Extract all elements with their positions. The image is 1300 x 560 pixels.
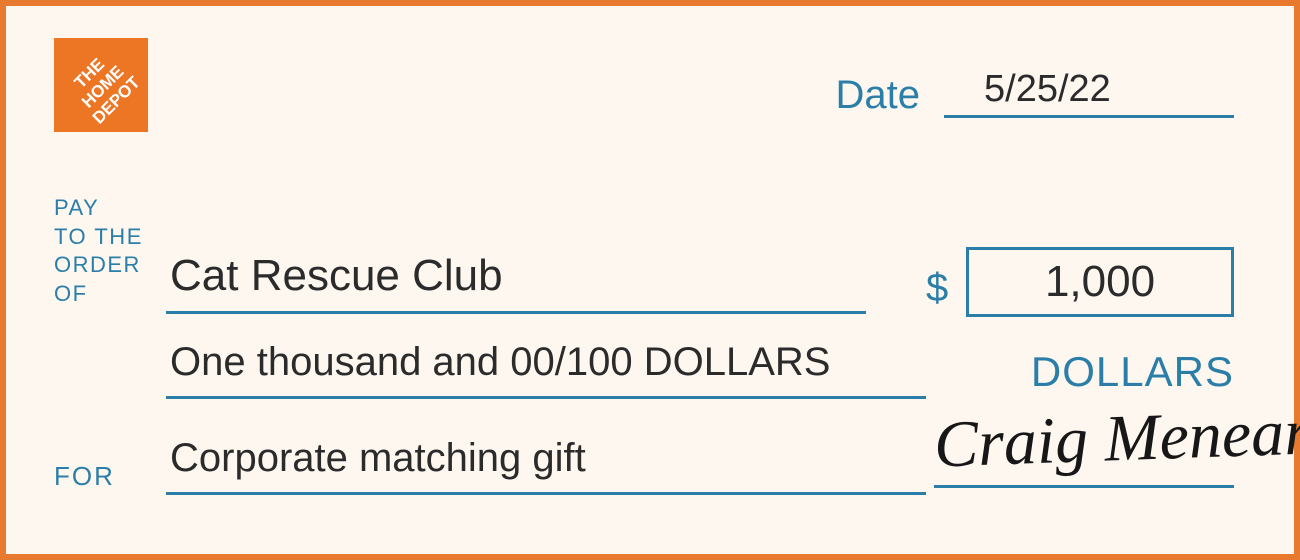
amount-words: One thousand and 00/100 DOLLARS [166,336,926,399]
pay-to-order-label: PAY TO THE ORDER OF [54,194,154,308]
payto-line1: PAY [54,194,154,223]
memo-label: FOR [54,461,115,492]
amount-numeric-box: 1,000 [966,247,1234,317]
memo-value: Corporate matching gift [166,432,926,495]
payto-line4: OF [54,280,154,309]
signature: Craig Menear [933,396,1255,483]
dollars-label: DOLLARS [1031,348,1234,396]
date-label: Date [836,73,921,118]
date-section: Date 5/25/22 [836,68,1235,118]
home-depot-logo: THE HOME DEPOT [54,38,148,132]
date-value: 5/25/22 [944,68,1234,118]
dollar-sign: $ [926,266,948,311]
check-document: THE HOME DEPOT Date 5/25/22 PAY TO THE O… [0,0,1300,560]
payto-line2: TO THE [54,223,154,252]
signature-line [934,485,1234,488]
amount-numeric: 1,000 [1045,257,1155,307]
payto-line3: ORDER [54,251,154,280]
payee-name: Cat Rescue Club [166,250,866,314]
